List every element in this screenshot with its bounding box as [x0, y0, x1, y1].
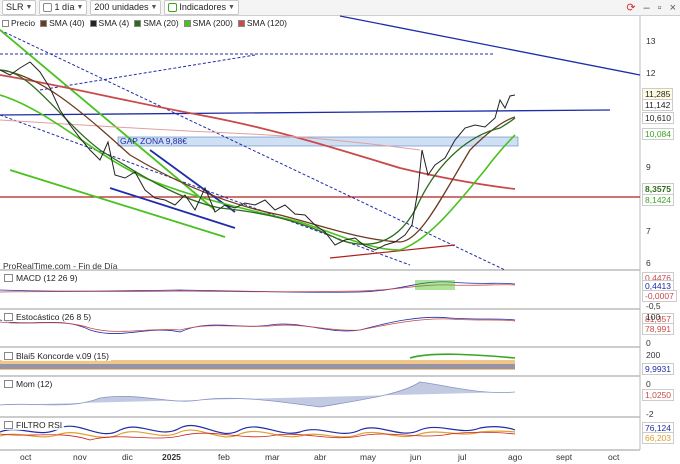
sma4-line[interactable] — [0, 69, 516, 245]
panel-icon — [4, 274, 13, 282]
rsi-tag: 66,203 — [642, 432, 674, 444]
koncorde-green-line — [409, 353, 516, 359]
mom-tag: 1,0250 — [642, 389, 674, 401]
mom-tick: -2 — [646, 409, 654, 419]
price-tick: 7 — [646, 226, 651, 236]
time-tick: mar — [265, 452, 280, 462]
price-tag-sma: 11,142 — [642, 99, 674, 111]
mom-tick: 0 — [646, 379, 651, 389]
macd-histogram — [415, 280, 455, 290]
rsi-orange-line — [0, 429, 516, 438]
panel-title-stoch[interactable]: Estocástico (26 8 5) — [2, 312, 94, 322]
panel-icon — [4, 421, 13, 429]
time-tick: feb — [218, 452, 230, 462]
price-tick: 13 — [646, 36, 656, 46]
panel-title-koncorde[interactable]: Blai5 Koncorde v.09 (15) — [2, 351, 111, 361]
stoch-tick: 0 — [646, 338, 651, 348]
low-trend-red[interactable] — [329, 244, 456, 259]
panel-title-rsi[interactable]: FILTRO RSI — [2, 420, 65, 430]
time-tick: nov — [73, 452, 87, 462]
price-tick: 9 — [646, 162, 651, 172]
stoch-tag: 78,991 — [642, 323, 674, 335]
dashed-trend-lower[interactable] — [0, 29, 506, 271]
price-tag-sma: 10,610 — [642, 112, 674, 124]
panel-icon — [4, 380, 13, 388]
time-tick: 2025 — [162, 452, 181, 462]
chart-canvas[interactable] — [0, 0, 680, 464]
time-tick: abr — [314, 452, 327, 462]
panel-icon — [4, 352, 13, 360]
support-line-blue[interactable] — [0, 109, 611, 116]
time-tick: sept — [556, 452, 573, 462]
koncorde-blue-area — [0, 364, 515, 369]
time-tick: jun — [410, 452, 422, 462]
momentum-area — [0, 381, 516, 408]
channel-green[interactable] — [9, 169, 226, 238]
time-tick: dic — [122, 452, 133, 462]
panel-icon — [4, 313, 13, 321]
source-label: ProRealTime.com - Fin de Día — [3, 261, 118, 271]
time-tick: oct — [20, 452, 32, 462]
time-tick: ago — [508, 452, 523, 462]
koncorde-tick: 200 — [646, 350, 661, 360]
time-tick: may — [360, 452, 377, 462]
price-tag-sma: 10,084 — [642, 128, 674, 140]
panel-title-macd[interactable]: MACD (12 26 9) — [2, 273, 80, 283]
long-trend-line[interactable] — [339, 15, 641, 76]
time-tick: jul — [458, 452, 467, 462]
time-tick: oct — [608, 452, 620, 462]
dashed-trend-upper[interactable] — [39, 54, 256, 91]
price-tick: 6 — [646, 258, 651, 268]
price-tick: 12 — [646, 68, 656, 78]
macd-tick: -0,5 — [646, 301, 661, 311]
koncorde-tag: 9,9931 — [642, 363, 674, 375]
panel-title-mom[interactable]: Mom (12) — [2, 379, 55, 389]
stoch-tick: 100 — [646, 312, 661, 322]
price-tag-sma: 8,1424 — [642, 194, 674, 206]
gap-zone-label: GAP ZONA 9,88€ — [120, 136, 187, 146]
